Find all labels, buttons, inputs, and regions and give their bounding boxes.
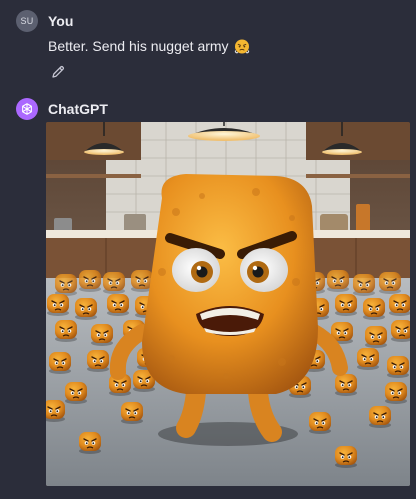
- user-avatar: SU: [16, 10, 38, 32]
- user-message-text: Better. Send his nugget army: [48, 38, 250, 54]
- user-avatar-initials: SU: [20, 16, 34, 26]
- assistant-author-name: ChatGPT: [48, 101, 108, 117]
- openai-logo-icon: [16, 98, 38, 120]
- user-author-name: You: [48, 13, 74, 29]
- angry-chicken-nugget-army-image[interactable]: [46, 122, 410, 486]
- user-message-body: Better. Send his nugget army: [48, 38, 229, 54]
- pencil-icon[interactable]: [50, 64, 66, 80]
- face-with-steam-emoji: [235, 39, 250, 54]
- openai-knot-icon: [22, 103, 32, 115]
